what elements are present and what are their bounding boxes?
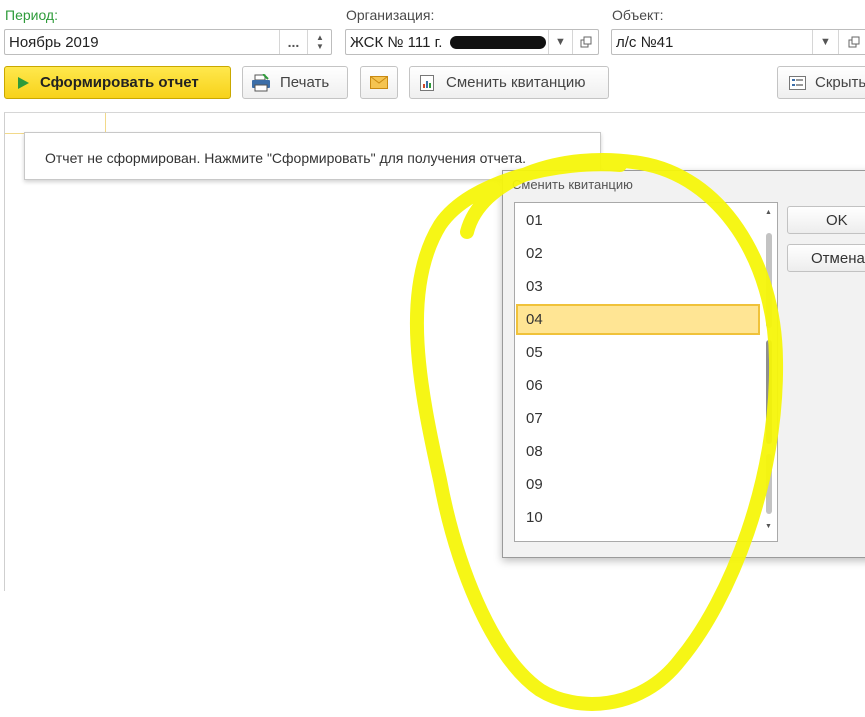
scroll-down-icon[interactable]: ▼ (765, 523, 772, 530)
list-item[interactable]: 06 (516, 370, 760, 401)
object-label: Объект: (612, 7, 664, 23)
object-open-button[interactable] (838, 30, 865, 54)
generate-report-label: Сформировать отчет (40, 74, 199, 91)
spin-up-icon[interactable]: ▲ (316, 33, 324, 42)
open-form-icon (580, 36, 592, 48)
print-label: Печать (280, 74, 330, 91)
list-item[interactable]: 03 (516, 271, 760, 302)
period-field[interactable]: Ноябрь 2019 ... ▲ ▼ (4, 29, 332, 55)
organization-label: Организация: (346, 7, 435, 23)
cancel-button[interactable]: Отмена (787, 244, 865, 272)
object-dropdown-button[interactable]: ▼ (812, 30, 838, 54)
period-spinner[interactable]: ▲ ▼ (307, 30, 332, 54)
chevron-down-icon: ▼ (555, 36, 566, 48)
chevron-down-icon: ▼ (820, 36, 831, 48)
organization-value: ЖСК № 111 г. (350, 34, 443, 51)
open-form-icon (848, 36, 859, 48)
change-receipt-label: Сменить квитанцию (446, 74, 586, 91)
organization-field[interactable]: ЖСК № 111 г. ▼ (345, 29, 599, 55)
scrollbar-track-lower[interactable] (766, 454, 772, 514)
envelope-icon (370, 76, 388, 89)
list-item-selected[interactable]: 04 (516, 304, 760, 335)
change-receipt-button[interactable]: Сменить квитанцию (409, 66, 609, 99)
generate-report-button[interactable]: Сформировать отчет (4, 66, 231, 99)
settings-panel-icon (789, 75, 806, 90)
hide-button[interactable]: Скрыть (777, 66, 865, 99)
object-field[interactable]: л/с №41 ▼ (611, 29, 865, 55)
organization-dropdown-button[interactable]: ▼ (548, 30, 572, 54)
report-message-text: Отчет не сформирован. Нажмите "Сформиров… (45, 150, 527, 166)
spin-down-icon[interactable]: ▼ (316, 42, 324, 51)
change-receipt-dialog[interactable]: Сменить квитанцию 01 02 03 04 05 06 07 0… (502, 170, 865, 558)
period-label: Период: (5, 7, 58, 23)
dialog-title: Сменить квитанцию (512, 177, 633, 192)
report-cell-divider (105, 113, 106, 133)
period-value: Ноябрь 2019 (9, 34, 99, 51)
print-button[interactable]: Печать (242, 66, 348, 99)
scroll-up-icon[interactable]: ▲ (765, 209, 772, 216)
scrollbar-thumb[interactable] (766, 340, 772, 444)
report-chart-icon (420, 74, 434, 91)
hide-label: Скрыть (815, 74, 865, 91)
list-item[interactable]: 05 (516, 337, 760, 368)
list-scrollbar[interactable]: ▲ ▼ (764, 207, 774, 537)
ok-button[interactable]: OK (787, 206, 865, 234)
redaction-mark (450, 36, 546, 49)
email-button[interactable] (360, 66, 398, 99)
list-item[interactable]: 07 (516, 403, 760, 434)
object-value: л/с №41 (616, 34, 674, 51)
play-icon (18, 76, 29, 89)
list-item[interactable]: 10 (516, 502, 760, 533)
printer-icon (251, 73, 271, 92)
receipt-list[interactable]: 01 02 03 04 05 06 07 08 09 10 ▲ ▼ (514, 202, 778, 542)
list-item[interactable]: 01 (516, 205, 760, 236)
list-item[interactable]: 02 (516, 238, 760, 269)
scrollbar-track-upper[interactable] (766, 233, 772, 328)
list-item[interactable]: 08 (516, 436, 760, 467)
list-item[interactable]: 09 (516, 469, 760, 500)
period-select-button[interactable]: ... (279, 30, 307, 54)
organization-open-button[interactable] (572, 30, 599, 54)
